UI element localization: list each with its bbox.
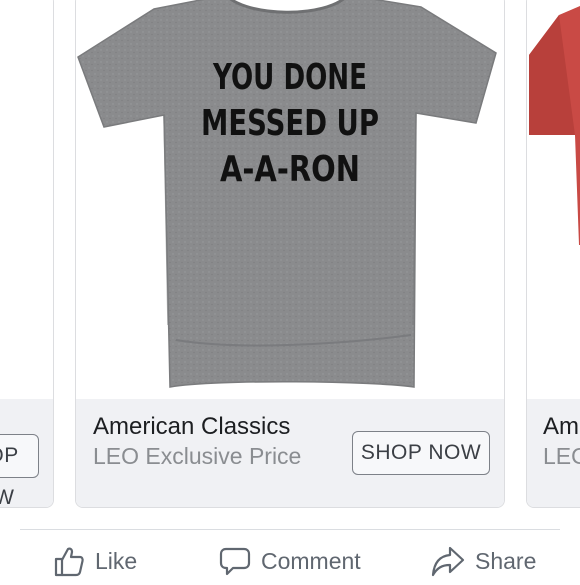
print-line: MESSED UP <box>201 103 379 144</box>
comment-button[interactable]: Comment <box>219 545 361 577</box>
product-title[interactable]: American Classics <box>543 413 580 441</box>
product-image[interactable]: YOU DONE MESSED UP A-A-RON <box>76 0 504 399</box>
tshirt-image <box>529 0 580 399</box>
carousel-card-left[interactable]: SHOP NOW <box>0 0 54 508</box>
card-footer: American Classics LEO Exclusive Price <box>527 399 580 507</box>
carousel-card-right[interactable]: American Classics LEO Exclusive Price <box>526 0 580 508</box>
divider <box>20 529 560 530</box>
tshirt-print: YOU DONE MESSED UP A-A-RON <box>201 57 379 190</box>
product-image[interactable] <box>527 0 580 399</box>
shop-now-button[interactable]: SHOP NOW <box>352 431 490 475</box>
share-button[interactable]: Share <box>431 545 536 577</box>
shop-now-button[interactable]: SHOP NOW <box>0 434 39 507</box>
card-footer: American Classics LEO Exclusive Price SH… <box>76 399 504 507</box>
post-actions-bar: Like Comment Share <box>0 545 580 585</box>
comment-bubble-icon <box>219 545 251 577</box>
print-line: YOU DONE <box>212 57 367 98</box>
comment-label: Comment <box>261 547 361 574</box>
like-button[interactable]: Like <box>53 545 137 577</box>
product-subtitle: LEO Exclusive Price <box>543 443 580 469</box>
product-subtitle: LEO Exclusive Price <box>93 443 302 469</box>
card-footer: SHOP NOW <box>0 399 53 507</box>
tshirt-image: YOU DONE MESSED UP A-A-RON <box>77 0 497 388</box>
product-image[interactable] <box>0 0 53 399</box>
share-arrow-icon <box>431 545 465 577</box>
thumbs-up-icon <box>53 545 85 577</box>
product-carousel[interactable]: SHOP NOW <box>0 0 580 512</box>
like-label: Like <box>95 547 138 574</box>
carousel-card-main[interactable]: YOU DONE MESSED UP A-A-RON American Clas… <box>75 0 505 508</box>
print-line: A-A-RON <box>220 149 360 190</box>
product-title[interactable]: American Classics <box>93 413 290 441</box>
share-label: Share <box>475 547 537 574</box>
